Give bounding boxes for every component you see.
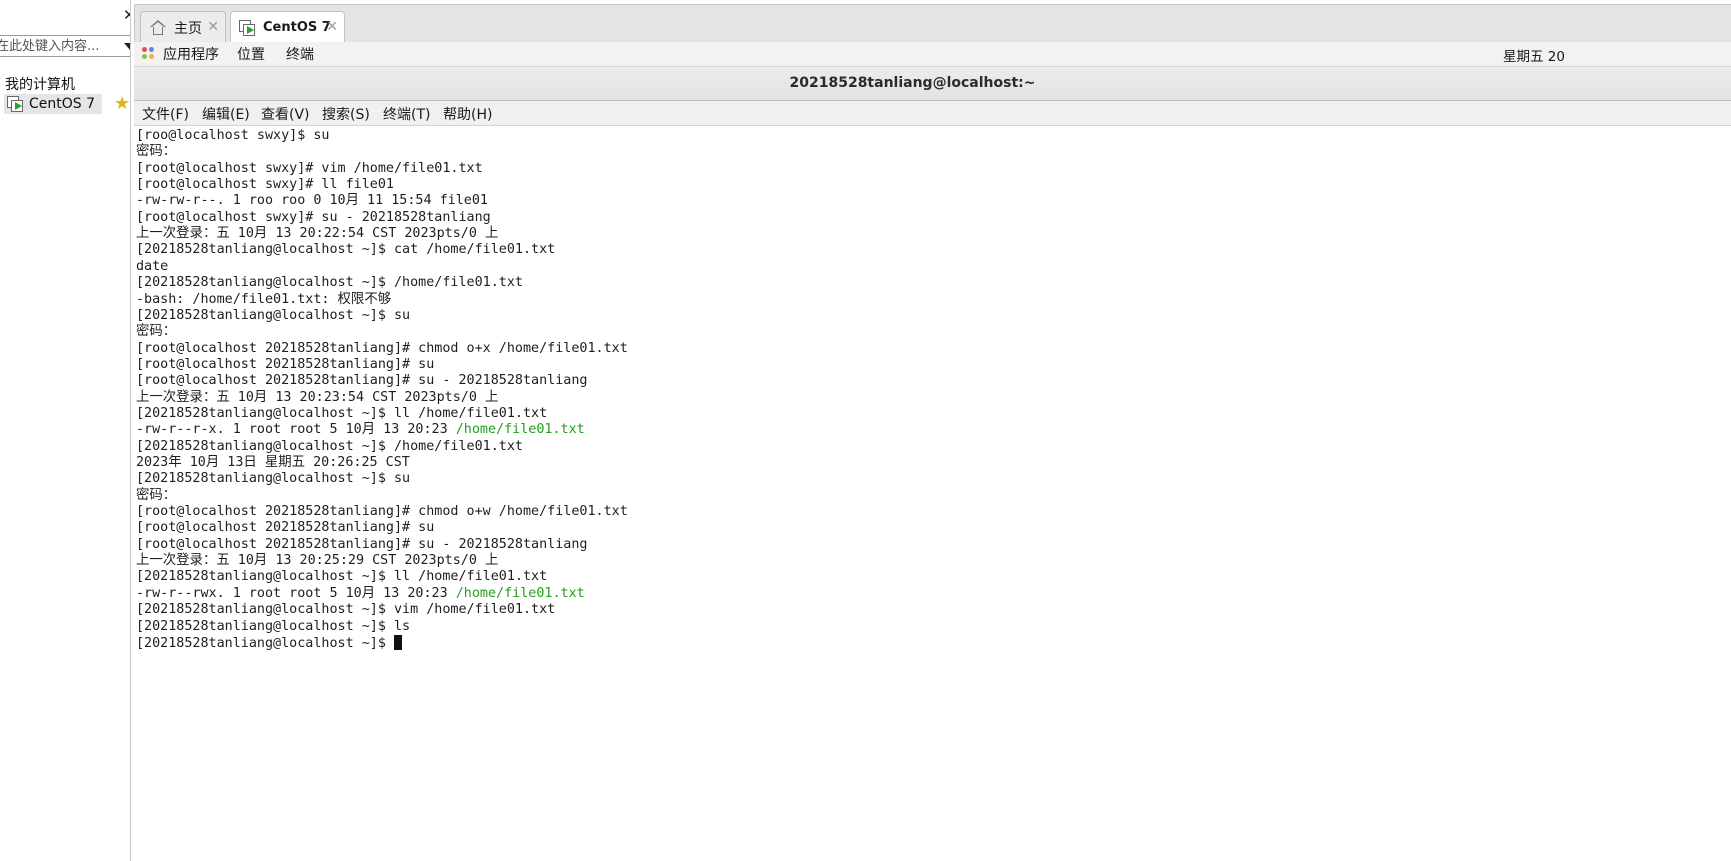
menu-edit[interactable]: 编辑(E): [202, 104, 250, 124]
terminal-menubar: 文件(F) 编辑(E) 查看(V) 搜索(S) 终端(T) 帮助(H): [134, 101, 1731, 126]
terminal-line: 密码：: [136, 487, 177, 503]
terminal-line: [root@localhost swxy]# ll file01: [136, 177, 394, 193]
gnome-top-bar: 应用程序 位置 终端 星期五 20: [134, 42, 1731, 67]
window-title: 20218528tanliang@localhost:~: [789, 75, 1036, 91]
close-icon[interactable]: ✕: [326, 19, 338, 35]
main-area: 主页 ✕ CentOS 7 ✕ 应用程序 位置 终端 星期五 20 202185…: [134, 0, 1731, 861]
tree-item-centos[interactable]: CentOS 7: [4, 94, 102, 114]
applications-menu[interactable]: 应用程序: [163, 44, 219, 64]
terminal-line: [20218528tanliang@localhost ~]$ cat /hom…: [136, 242, 556, 258]
vm-icon: [7, 96, 23, 112]
terminal-line: [20218528tanliang@localhost ~]$ /home/fi…: [136, 438, 523, 454]
tab-home[interactable]: 主页 ✕: [140, 11, 226, 43]
tab-centos[interactable]: CentOS 7 ✕: [230, 11, 345, 43]
tree-root-my-computer[interactable]: 我的计算机: [5, 74, 75, 94]
terminal-line: [root@localhost 20218528tanliang]# su - …: [136, 373, 588, 389]
clock[interactable]: 星期五 20: [1503, 45, 1565, 65]
listing-text: -rw-r--rwx. 1 root root 5 10月 13 20:23: [136, 585, 456, 601]
executable-filename: /home/file01.txt: [455, 585, 585, 601]
terminal-menu[interactable]: 终端: [286, 44, 314, 64]
executable-filename: /home/file01.txt: [455, 422, 585, 438]
terminal-line: 密码：: [136, 144, 177, 160]
vm-icon: [239, 19, 255, 36]
library-sidebar: ✕ 我的计算机 CentOS 7 ★: [0, 0, 131, 861]
terminal-line: -bash: /home/file01.txt: 权限不够: [136, 291, 392, 307]
menu-search[interactable]: 搜索(S): [322, 104, 370, 124]
terminal-line: 上一次登录：五 10月 13 20:25:29 CST 2023pts/0 上: [136, 553, 499, 569]
tree-item-label: CentOS 7: [29, 96, 96, 112]
terminal-line: 密码：: [136, 324, 177, 340]
terminal-line: -rw-r--r-x. 1 root root 5 10月 13 20:23 /…: [136, 422, 585, 438]
chevron-down-icon[interactable]: [124, 43, 130, 50]
menu-terminal[interactable]: 终端(T): [383, 104, 430, 124]
terminal-line: [20218528tanliang@localhost ~]$ su: [136, 471, 411, 487]
window-titlebar[interactable]: 20218528tanliang@localhost:~: [134, 67, 1731, 101]
menu-file[interactable]: 文件(F): [142, 104, 189, 124]
applications-icon: [142, 47, 156, 61]
menu-help[interactable]: 帮助(H): [443, 104, 492, 124]
terminal-line: [root@localhost swxy]# vim /home/file01.…: [136, 160, 483, 176]
terminal-output[interactable]: [roo@localhost swxy]$ su 密码： [root@localho…: [134, 126, 1731, 861]
terminal-line: [20218528tanliang@localhost ~]$ su: [136, 307, 411, 323]
terminal-line: [root@localhost 20218528tanliang]# su: [136, 356, 435, 372]
terminal-line: 上一次登录：五 10月 13 20:22:54 CST 2023pts/0 上: [136, 226, 499, 242]
terminal-line: [root@localhost 20218528tanliang]# chmod…: [136, 504, 628, 520]
terminal-line: [root@localhost 20218528tanliang]# su - …: [136, 536, 588, 552]
terminal-line: [root@localhost swxy]# su - 20218528tanl…: [136, 209, 491, 225]
star-icon[interactable]: ★: [114, 94, 130, 114]
terminal-line: [20218528tanliang@localhost ~]$ vim /hom…: [136, 602, 556, 618]
home-icon: [150, 19, 166, 36]
tab-label: CentOS 7: [263, 20, 331, 35]
terminal-line: [root@localhost 20218528tanliang]# chmod…: [136, 340, 628, 356]
tab-strip: 主页 ✕ CentOS 7 ✕: [134, 4, 1731, 43]
menu-view[interactable]: 查看(V): [261, 104, 310, 124]
library-search-box[interactable]: [0, 35, 130, 57]
terminal-line: [20218528tanliang@localhost ~]$ ll /home…: [136, 405, 548, 421]
terminal-line: 上一次登录：五 10月 13 20:23:54 CST 2023pts/0 上: [136, 389, 499, 405]
terminal-line: [20218528tanliang@localhost ~]$ /home/fi…: [136, 275, 523, 291]
terminal-line: -rw-r--rwx. 1 root root 5 10月 13 20:23 /…: [136, 586, 585, 602]
terminal-line: [20218528tanliang@localhost ~]$ ll /home…: [136, 569, 548, 585]
terminal-line: 2023年 10月 13日 星期五 20:26:25 CST: [136, 455, 410, 470]
terminal-line: date: [136, 258, 169, 274]
tab-label: 主页: [174, 20, 202, 37]
terminal-line: [20218528tanliang@localhost ~]$ ls: [136, 618, 411, 634]
terminal-line: [roo@localhost swxy]$ su: [136, 128, 330, 143]
terminal-line: -rw-rw-r--. 1 roo roo 0 10月 11 15:54 fil…: [136, 193, 488, 209]
listing-text: -rw-r--r-x. 1 root root 5 10月 13 20:23: [136, 422, 456, 438]
library-search-input[interactable]: [0, 37, 116, 55]
prompt-text: [20218528tanliang@localhost ~]$: [136, 635, 394, 651]
places-menu[interactable]: 位置: [237, 44, 265, 64]
text-cursor: [393, 634, 402, 650]
terminal-line: [root@localhost 20218528tanliang]# su: [136, 520, 435, 536]
terminal-line: [20218528tanliang@localhost ~]$: [136, 634, 402, 651]
close-icon[interactable]: ✕: [123, 8, 130, 23]
close-icon[interactable]: ✕: [207, 19, 219, 35]
